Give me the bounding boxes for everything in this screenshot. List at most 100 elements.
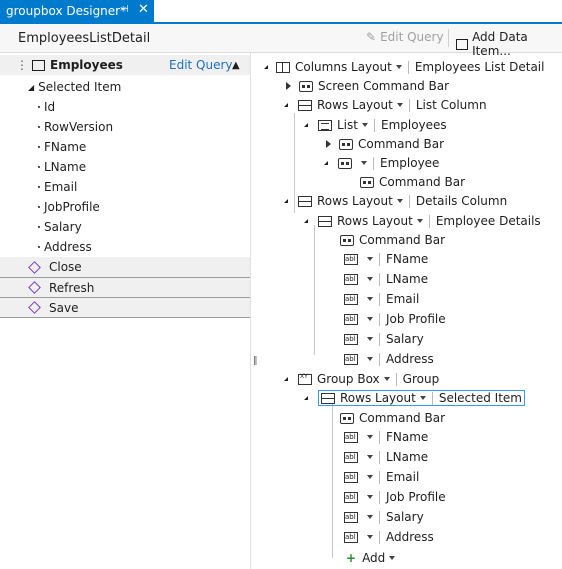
field-row[interactable]: Address xyxy=(0,237,250,257)
pane-splitter-handle[interactable]: ‖ xyxy=(253,356,258,366)
selected-item-row[interactable]: ◢ Selected Item xyxy=(0,77,250,97)
dropdown-arrow-icon[interactable] xyxy=(367,337,373,341)
collection-icon xyxy=(32,59,45,71)
tree-node-group-command-bar[interactable]: Command Bar xyxy=(340,409,445,427)
tree-node-group-box[interactable]: Group Box Group xyxy=(284,370,439,388)
tree-node-field[interactable]: Salary xyxy=(344,508,424,526)
dropdown-arrow-icon[interactable] xyxy=(419,396,426,400)
content-tree-pane: Columns Layout Employees List Detail Scr… xyxy=(258,53,562,569)
designer-header: EmployeesListDetail ✎ Edit Query Add Dat… xyxy=(0,24,562,58)
field-row[interactable]: JobProfile xyxy=(0,197,250,217)
tree-node-field[interactable]: FName xyxy=(344,428,428,446)
node-type-label: Rows Layout xyxy=(337,214,413,228)
method-icon xyxy=(28,301,41,314)
dropdown-arrow-icon[interactable] xyxy=(367,495,373,499)
expand-triangle-icon[interactable] xyxy=(304,123,308,127)
tree-node-list-command-bar[interactable]: Command Bar xyxy=(326,135,444,153)
dropdown-arrow-icon[interactable] xyxy=(367,435,373,439)
dropdown-arrow-icon[interactable] xyxy=(396,103,403,107)
dropdown-arrow-icon[interactable] xyxy=(361,161,367,165)
tree-node-field[interactable]: Address xyxy=(344,528,434,546)
collection-row-employees[interactable]: ⋮ Employees Edit Query ▲ xyxy=(0,55,250,75)
edit-query-link[interactable]: Edit Query xyxy=(169,58,233,72)
dropdown-arrow-icon[interactable] xyxy=(367,297,373,301)
method-row-close[interactable]: Close xyxy=(0,257,250,278)
selected-node-box[interactable]: Rows Layout Selected Item xyxy=(318,390,525,406)
dropdown-arrow-icon[interactable] xyxy=(367,317,373,321)
divider xyxy=(379,312,380,326)
dropdown-arrow-icon[interactable] xyxy=(367,257,373,261)
tree-node-field[interactable]: Email xyxy=(344,468,419,486)
collapse-chevron-icon[interactable]: ▲ xyxy=(232,60,240,71)
method-icon xyxy=(28,260,41,274)
tree-node-columns-layout[interactable]: Columns Layout Employees List Detail xyxy=(264,58,544,76)
dropdown-arrow-icon[interactable] xyxy=(389,556,396,560)
bullet-icon xyxy=(38,206,40,208)
add-item-button[interactable]: + Add xyxy=(346,549,401,567)
field-row[interactable]: LName xyxy=(0,157,250,177)
tree-node-employee-command-bar[interactable]: Command Bar xyxy=(360,173,465,191)
toolbar-divider xyxy=(448,29,449,47)
node-display-name: LName xyxy=(386,450,429,464)
node-type-label: List xyxy=(337,118,358,132)
expand-triangle-icon[interactable] xyxy=(304,219,308,223)
dropdown-arrow-icon[interactable] xyxy=(383,377,390,381)
method-row-save[interactable]: Save xyxy=(0,298,250,318)
pin-icon[interactable]: ⊣ xyxy=(120,4,129,15)
textbox-icon xyxy=(344,531,358,543)
node-display-name: LName xyxy=(386,272,429,286)
tree-node-field[interactable]: Job Profile xyxy=(344,488,446,506)
tree-node-rows-layout-selected-item[interactable]: Rows Layout Selected Item xyxy=(304,389,525,407)
tree-node-field[interactable]: LName xyxy=(344,270,428,288)
collapsed-triangle-icon[interactable] xyxy=(286,82,291,90)
dropdown-arrow-icon[interactable] xyxy=(416,219,423,223)
grip-icon[interactable]: ⋮ xyxy=(16,58,28,72)
method-row-refresh[interactable]: Refresh xyxy=(0,278,250,298)
node-type-label: Command Bar xyxy=(359,411,446,425)
expand-triangle-icon[interactable] xyxy=(284,377,288,381)
document-tab[interactable]: groupbox Designer* ⊣ ✕ xyxy=(0,0,154,22)
expand-triangle-icon[interactable] xyxy=(264,65,268,69)
divider xyxy=(379,272,380,286)
node-type-label: Command Bar xyxy=(379,175,466,189)
tree-node-field[interactable]: Job Profile xyxy=(344,310,446,328)
expand-triangle-icon[interactable] xyxy=(284,103,288,107)
dropdown-arrow-icon[interactable] xyxy=(367,357,373,361)
dropdown-arrow-icon[interactable] xyxy=(396,199,403,203)
dropdown-arrow-icon[interactable] xyxy=(361,123,368,127)
field-row[interactable]: Salary xyxy=(0,217,250,237)
tree-node-rows-layout-details[interactable]: Rows Layout Details Column xyxy=(284,192,507,210)
tree-node-field[interactable]: FName xyxy=(344,250,428,268)
field-row[interactable]: Email xyxy=(0,177,250,197)
field-row[interactable]: FName xyxy=(0,137,250,157)
dropdown-arrow-icon[interactable] xyxy=(395,65,402,69)
expand-triangle-icon[interactable] xyxy=(284,199,288,203)
edit-query-toolbar-button[interactable]: ✎ Edit Query xyxy=(366,30,444,44)
dropdown-arrow-icon[interactable] xyxy=(367,515,373,519)
dropdown-arrow-icon[interactable] xyxy=(367,535,373,539)
tree-node-employee[interactable]: Employee xyxy=(324,154,439,172)
collapsed-triangle-icon[interactable] xyxy=(326,140,331,148)
tree-node-field[interactable]: Salary xyxy=(344,330,424,348)
node-display-name: Address xyxy=(386,352,434,366)
tree-node-field[interactable]: LName xyxy=(344,448,428,466)
tree-node-rows-layout-employee-details[interactable]: Rows Layout Employee Details xyxy=(304,212,541,230)
dropdown-arrow-icon[interactable] xyxy=(367,277,373,281)
tree-node-field[interactable]: Address xyxy=(344,350,434,368)
tree-node-rows-layout-list[interactable]: Rows Layout List Column xyxy=(284,96,487,114)
expand-triangle-icon[interactable]: ◢ xyxy=(28,83,34,92)
tree-node-field[interactable]: Email xyxy=(344,290,419,308)
field-row[interactable]: Id xyxy=(0,97,250,117)
close-icon[interactable]: ✕ xyxy=(138,2,149,17)
tree-guide xyxy=(332,403,333,558)
tree-node-details-command-bar[interactable]: Command Bar xyxy=(340,231,445,249)
tree-node-list[interactable]: List Employees xyxy=(304,116,447,134)
node-display-name: Employees xyxy=(380,118,447,132)
tree-node-screen-command-bar[interactable]: Screen Command Bar xyxy=(286,77,449,95)
expand-triangle-icon[interactable] xyxy=(304,396,308,400)
field-row[interactable]: RowVersion xyxy=(0,117,250,137)
tab-title: groupbox Designer* xyxy=(6,4,127,18)
expand-triangle-icon[interactable] xyxy=(324,161,328,165)
dropdown-arrow-icon[interactable] xyxy=(367,455,373,459)
dropdown-arrow-icon[interactable] xyxy=(367,475,373,479)
